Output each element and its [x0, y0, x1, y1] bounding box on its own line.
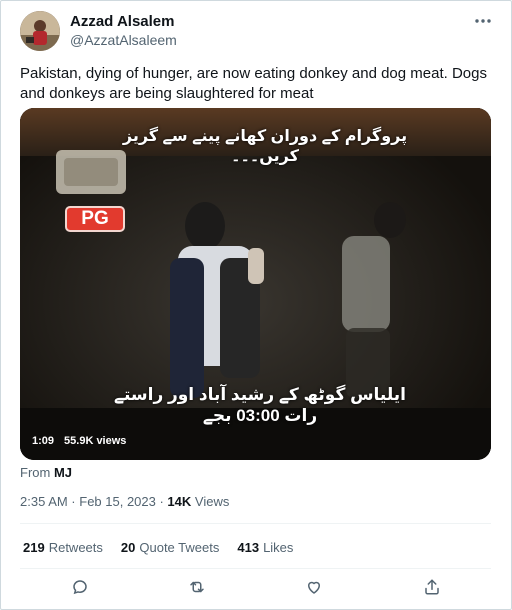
retweet-button[interactable] — [185, 575, 209, 599]
like-icon — [308, 581, 320, 594]
pg-badge: PG — [65, 206, 125, 232]
divider — [20, 568, 491, 569]
tweet-text: Pakistan, dying of hunger, are now eatin… — [20, 65, 487, 102]
tweet-card: Azzad Alsalem @AzzatAlsaleem Pakistan, d… — [0, 0, 512, 610]
reply-icon — [73, 580, 87, 595]
timestamp-text[interactable]: 2:35 AM · Feb 15, 2023 · — [20, 494, 167, 509]
likes-stat[interactable]: 413 Likes — [237, 540, 293, 555]
divider — [20, 523, 491, 524]
share-button[interactable] — [420, 575, 444, 599]
video-meta: 1:09 55.9K views — [32, 431, 126, 451]
video-caption-top: پروگرام کے دوران کھانے پینے سے گریز کریں… — [122, 128, 408, 165]
author-display-name[interactable]: Azzad Alsalem — [70, 13, 174, 30]
video-player[interactable]: پروگرام کے دوران کھانے پینے سے گریز کریں… — [20, 108, 491, 460]
media-source-prefix: From — [20, 465, 51, 480]
retweets-label: Retweets — [48, 540, 103, 555]
engagement-stats: 219 Retweets 20 Quote Tweets 413 Likes — [23, 540, 293, 555]
tweet-timestamp: 2:35 AM · Feb 15, 2023 · 14K Views — [20, 494, 229, 509]
like-button[interactable] — [302, 575, 326, 599]
avatar[interactable] — [20, 11, 60, 51]
likes-count: 413 — [237, 540, 260, 555]
retweets-stat[interactable]: 219 Retweets — [23, 540, 103, 555]
more-icon[interactable] — [470, 11, 496, 31]
video-views: 55.9K views — [64, 435, 127, 447]
views-label: Views — [191, 494, 230, 509]
quotes-label: Quote Tweets — [139, 540, 220, 555]
quotes-stat[interactable]: 20 Quote Tweets — [121, 540, 219, 555]
video-caption-bottom: ایلیاس گوٹھ کے رشید آباد اور راستے رات 0… — [114, 385, 406, 425]
author-handle[interactable]: @AzzatAlsaleem — [70, 32, 177, 48]
media-source-name[interactable]: MJ — [54, 465, 72, 480]
video-duration: 1:09 — [32, 435, 55, 447]
likes-label: Likes — [263, 540, 294, 555]
share-icon — [425, 579, 439, 595]
retweet-icon — [190, 581, 204, 593]
reply-button[interactable] — [68, 575, 92, 599]
action-bar — [20, 575, 491, 605]
retweets-count: 219 — [23, 540, 45, 555]
media-source: From MJ — [20, 465, 72, 480]
quotes-count: 20 — [120, 540, 136, 555]
views-count: 14K — [167, 494, 192, 509]
